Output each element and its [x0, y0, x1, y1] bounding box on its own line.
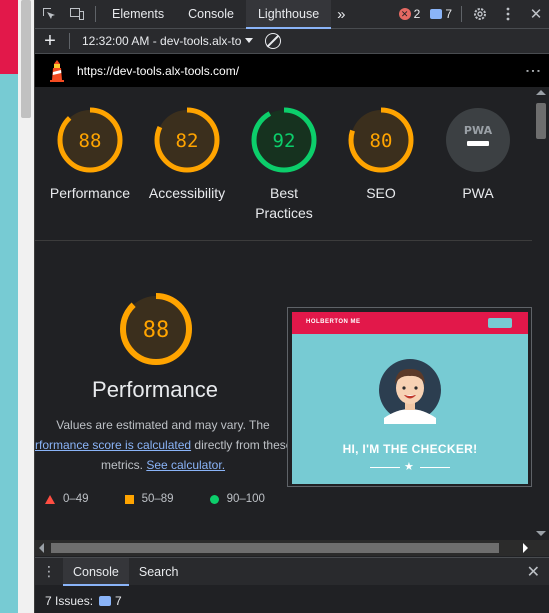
average-square-icon: [124, 494, 134, 504]
toolbar-divider: [95, 6, 96, 22]
devtools-tabbar: Elements Console Lighthouse » ✕ 2 7 ✕: [35, 0, 549, 29]
clear-reports-icon[interactable]: [265, 33, 282, 49]
score-gauges-row: 88 Performance 82 Accessibility 92 Best: [35, 87, 532, 241]
gauge-label: Accessibility: [148, 185, 226, 201]
see-calculator-link[interactable]: See calculator.: [146, 458, 225, 472]
page-scrollbar-thumb[interactable]: [21, 0, 31, 118]
svg-text:82: 82: [176, 130, 199, 152]
audited-url[interactable]: https://dev-tools.alx-tools.com/: [77, 64, 239, 78]
drawer-tab-console[interactable]: Console: [63, 557, 129, 586]
gauge-label: PWA: [462, 185, 494, 201]
more-options-kebab-icon[interactable]: [494, 0, 522, 29]
lighthouse-report-bar: + 12:32:00 AM - dev-tools.alx-to: [35, 29, 549, 54]
legend-range-pass: 90–100: [226, 493, 265, 505]
close-devtools-icon[interactable]: ✕: [522, 0, 549, 29]
screenshot-header: HOLBERTON ME: [292, 312, 528, 334]
svg-text:92: 92: [273, 130, 296, 152]
gauge-label: Performance: [49, 185, 131, 201]
gauge-label: Best Practices: [255, 185, 313, 221]
scroll-down-arrow-icon[interactable]: [536, 531, 546, 536]
scroll-up-arrow-icon[interactable]: [536, 90, 546, 95]
report-selector[interactable]: 12:32:00 AM - dev-tools.alx-to: [74, 34, 254, 48]
gauge-label: SEO: [366, 185, 396, 201]
drawer-menu-kebab-icon[interactable]: ⋮: [35, 563, 63, 580]
note-mid-text: directly from these: [194, 438, 293, 452]
screenshot-headline: HI, I'M THE CHECKER!: [342, 442, 478, 456]
performance-score-gauge: 88: [89, 292, 223, 366]
page-viewport-strip: [0, 0, 34, 613]
drawer-tab-search[interactable]: Search: [129, 558, 189, 586]
gauge-accessibility[interactable]: 82 Accessibility: [132, 107, 242, 203]
new-report-plus-icon[interactable]: +: [35, 29, 65, 54]
toolbar-divider: [69, 33, 70, 49]
gauge-seo[interactable]: 80 SEO: [326, 107, 436, 203]
tab-lighthouse[interactable]: Lighthouse: [245, 0, 332, 29]
chevron-down-icon: [245, 38, 254, 43]
tab-elements[interactable]: Elements: [100, 0, 176, 29]
error-count: 2: [413, 7, 421, 21]
report-menu-kebab-icon[interactable]: ⋮: [524, 63, 541, 79]
error-icon: ✕: [398, 8, 411, 20]
gauge-best-practices[interactable]: 92 Best Practices: [229, 107, 339, 223]
scroll-left-arrow-icon[interactable]: [39, 543, 44, 553]
avatar-illustration-icon: [379, 359, 441, 424]
close-drawer-icon[interactable]: ✕: [527, 562, 540, 582]
report-selector-value: 12:32:00 AM - dev-tools.alx-to: [82, 34, 242, 48]
legend-range-average: 50–89: [141, 493, 174, 505]
error-count-badge[interactable]: ✕ 2: [394, 7, 426, 21]
svg-text:PWA: PWA: [464, 124, 493, 137]
more-tabs-chevron-icon[interactable]: »: [331, 0, 351, 29]
gauge-performance[interactable]: 88 Performance: [35, 107, 145, 203]
issues-count: 7: [115, 593, 122, 608]
issues-message-icon: [99, 595, 112, 606]
inspect-element-icon[interactable]: [35, 0, 63, 29]
score-explanation: Values are estimated and may vary. The r…: [35, 415, 293, 475]
screenshot-brand: HOLBERTON ME: [306, 319, 361, 325]
devtools-panel: Elements Console Lighthouse » ✕ 2 7 ✕ +: [34, 0, 549, 613]
screenshot-header-button: [488, 318, 512, 328]
screenshot-page: HOLBERTON ME HI, I'M THE CHECKER! ★: [292, 312, 528, 484]
performance-title: Performance: [92, 377, 218, 402]
message-count: 7: [445, 7, 452, 21]
note-line-2: rformance score is calculated directly f…: [35, 435, 293, 455]
pass-circle-icon: [209, 494, 219, 504]
screenshot-divider-left: [370, 467, 400, 468]
score-scale-legend: 0–49 50–89 90–100: [45, 493, 345, 505]
fail-triangle-icon: [45, 494, 55, 504]
message-count-badge[interactable]: 7: [425, 7, 457, 21]
drawer-tabbar: ⋮ Console Search ✕: [35, 557, 549, 586]
final-screenshot-thumbnail[interactable]: HOLBERTON ME HI, I'M THE CHECKER! ★: [287, 307, 532, 487]
report-vertical-scrollbar[interactable]: [532, 87, 549, 540]
tab-console[interactable]: Console: [176, 0, 246, 29]
score-calculated-link[interactable]: rformance score is calculated: [35, 438, 191, 452]
report-scrollbar-thumb[interactable]: [536, 103, 546, 139]
message-icon: [430, 9, 443, 19]
lighthouse-logo-icon: [47, 59, 67, 82]
note-line-3: metrics. See calculator.: [35, 455, 291, 475]
svg-text:88: 88: [79, 130, 102, 152]
report-horizontal-scrollbar[interactable]: [35, 540, 549, 556]
gauge-pwa[interactable]: PWA PWA: [423, 107, 532, 203]
scroll-right-arrow-icon[interactable]: [523, 543, 528, 553]
legend-range-fail: 0–49: [63, 493, 89, 505]
report-url-bar: https://dev-tools.alx-tools.com/ ⋮: [35, 54, 549, 87]
svg-text:80: 80: [370, 130, 393, 152]
toolbar-divider: [461, 6, 462, 22]
issues-summary[interactable]: 7 Issues: 7: [35, 588, 549, 613]
device-toolbar-icon[interactable]: [63, 0, 91, 29]
note-metrics-text: metrics.: [100, 458, 143, 472]
lighthouse-report: 88 Performance 82 Accessibility 92 Best: [35, 87, 532, 540]
performance-score-value: 88: [143, 318, 170, 343]
star-icon: ★: [404, 461, 414, 473]
settings-gear-icon[interactable]: [466, 0, 494, 29]
page-header-fragment: [0, 0, 18, 74]
issues-label: 7 Issues:: [45, 593, 94, 608]
screenshot-divider-right: [420, 467, 450, 468]
horizontal-scrollbar-thumb[interactable]: [51, 543, 499, 553]
pwa-badge-icon: PWA: [464, 124, 493, 146]
note-line-1: Values are estimated and may vary. The: [56, 418, 270, 432]
